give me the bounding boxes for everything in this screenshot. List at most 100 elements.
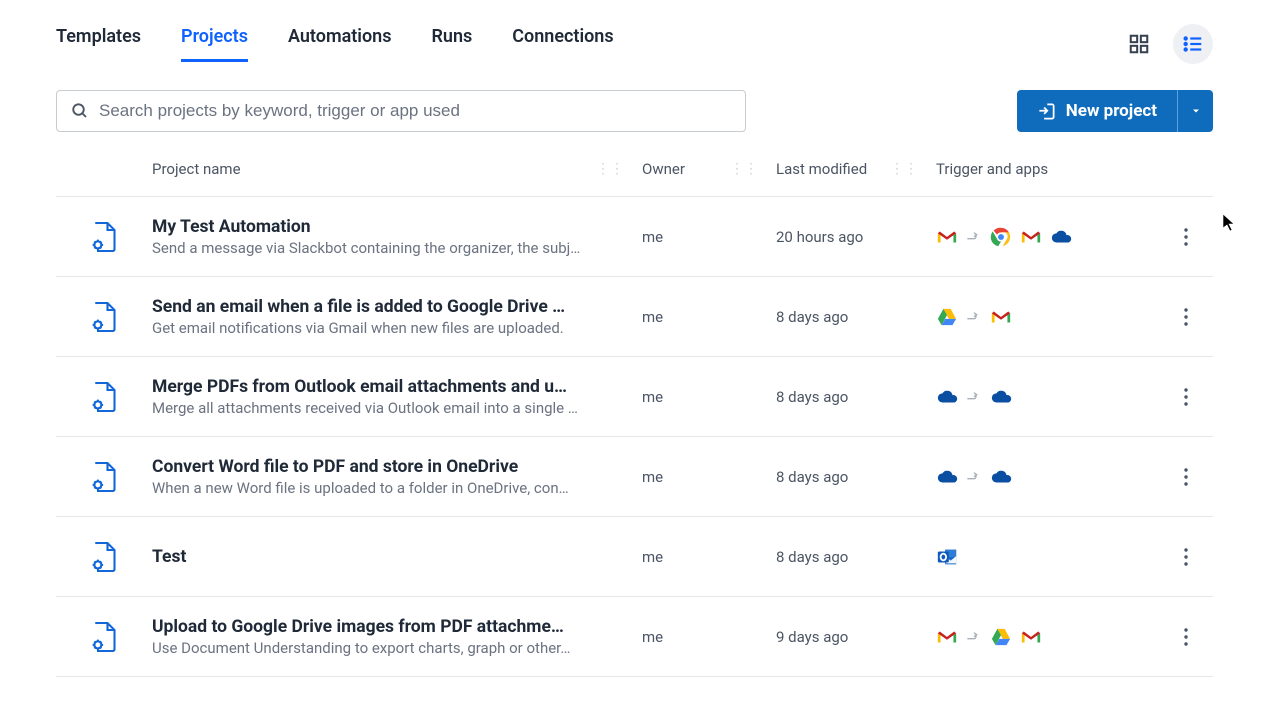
row-name-cell[interactable]: Upload to Google Drive images from PDF a… <box>152 617 642 657</box>
list-icon <box>1182 33 1204 55</box>
row-more-button[interactable] <box>1156 548 1216 566</box>
row-owner: me <box>642 548 776 566</box>
arrow-separator-icon <box>966 628 982 646</box>
tab-projects[interactable]: Projects <box>181 26 248 62</box>
table-row: Merge PDFs from Outlook email attachment… <box>56 357 1213 437</box>
table-row: My Test Automation Send a message via Sla… <box>56 197 1213 277</box>
gmail-icon <box>936 626 958 648</box>
row-icon-cell <box>56 461 152 493</box>
row-owner: me <box>642 228 776 246</box>
row-app-icons <box>936 386 1156 408</box>
row-app-icons <box>936 306 1156 328</box>
col-header-modified[interactable]: Last modified ⋮⋮ <box>776 160 936 178</box>
onedrive-icon <box>990 386 1012 408</box>
table-header: Project name ⋮⋮ Owner ⋮⋮ Last modified ⋮… <box>56 160 1213 197</box>
gmail-icon <box>1020 626 1042 648</box>
page-content: Templates Projects Automations Runs Conn… <box>0 0 1269 677</box>
new-project-button[interactable]: New project <box>1017 90 1177 132</box>
row-owner: me <box>642 388 776 406</box>
col-header-owner-label: Owner <box>642 160 685 178</box>
row-description: Merge all attachments received via Outlo… <box>152 399 630 417</box>
col-header-trigger[interactable]: Trigger and apps <box>936 160 1156 178</box>
grid-view-button[interactable] <box>1119 24 1159 64</box>
row-modified: 8 days ago <box>776 308 936 326</box>
row-app-icons <box>936 626 1156 648</box>
table-row: Testme8 days ago <box>56 517 1213 597</box>
project-doc-icon <box>90 301 118 333</box>
table-body: My Test Automation Send a message via Sla… <box>56 197 1213 677</box>
list-view-button[interactable] <box>1173 24 1213 64</box>
view-toggle-group <box>1119 24 1213 64</box>
outlook-icon <box>936 546 958 568</box>
onedrive-icon <box>936 466 958 488</box>
more-options-icon <box>1184 308 1188 326</box>
row-title: My Test Automation <box>152 217 630 237</box>
gmail-icon <box>936 226 958 248</box>
grid-icon <box>1128 33 1150 55</box>
tab-templates[interactable]: Templates <box>56 26 141 62</box>
arrow-separator-icon <box>966 228 982 246</box>
gdrive-icon <box>990 626 1012 648</box>
row-title: Upload to Google Drive images from PDF a… <box>152 617 630 637</box>
row-name-cell[interactable]: Test <box>152 547 642 567</box>
row-app-icons <box>936 226 1156 248</box>
arrow-separator-icon <box>966 468 982 486</box>
project-doc-icon <box>90 621 118 653</box>
more-options-icon <box>1184 468 1188 486</box>
row-modified: 8 days ago <box>776 388 936 406</box>
drag-handle-icon[interactable]: ⋮⋮ <box>730 162 758 176</box>
row-description: Send a message via Slackbot containing t… <box>152 239 630 257</box>
col-header-owner[interactable]: Owner ⋮⋮ <box>642 160 776 178</box>
row-icon-cell <box>56 381 152 413</box>
arrow-separator-icon <box>966 388 982 406</box>
row-more-button[interactable] <box>1156 628 1216 646</box>
toolbar-row: New project <box>56 90 1213 132</box>
row-title: Send an email when a file is added to Go… <box>152 297 630 317</box>
row-name-cell[interactable]: Send an email when a file is added to Go… <box>152 297 642 337</box>
row-owner: me <box>642 628 776 646</box>
row-more-button[interactable] <box>1156 308 1216 326</box>
row-more-button[interactable] <box>1156 388 1216 406</box>
gdrive-icon <box>936 306 958 328</box>
tab-runs[interactable]: Runs <box>431 26 472 62</box>
row-more-button[interactable] <box>1156 228 1216 246</box>
new-project-dropdown[interactable] <box>1177 90 1213 132</box>
row-more-button[interactable] <box>1156 468 1216 486</box>
row-name-cell[interactable]: Merge PDFs from Outlook email attachment… <box>152 377 642 417</box>
search-input[interactable] <box>99 101 731 121</box>
row-modified: 20 hours ago <box>776 228 936 246</box>
row-name-cell[interactable]: My Test Automation Send a message via Sla… <box>152 217 642 257</box>
row-title: Merge PDFs from Outlook email attachment… <box>152 377 630 397</box>
tab-connections[interactable]: Connections <box>512 26 613 62</box>
search-icon <box>71 102 89 120</box>
row-owner: me <box>642 468 776 486</box>
project-doc-icon <box>90 381 118 413</box>
row-description: Get email notifications via Gmail when n… <box>152 319 630 337</box>
row-modified: 9 days ago <box>776 628 936 646</box>
more-options-icon <box>1184 228 1188 246</box>
row-name-cell[interactable]: Convert Word file to PDF and store in On… <box>152 457 642 497</box>
drag-handle-icon[interactable]: ⋮⋮ <box>890 162 918 176</box>
search-input-wrap[interactable] <box>56 90 746 132</box>
project-doc-icon <box>90 541 118 573</box>
new-project-icon <box>1037 102 1056 121</box>
row-app-icons <box>936 466 1156 488</box>
row-description: Use Document Understanding to export cha… <box>152 639 630 657</box>
row-modified: 8 days ago <box>776 548 936 566</box>
row-description: When a new Word file is uploaded to a fo… <box>152 479 630 497</box>
tab-automations[interactable]: Automations <box>288 26 392 62</box>
col-header-trigger-label: Trigger and apps <box>936 160 1048 178</box>
row-title: Test <box>152 547 630 567</box>
row-owner: me <box>642 308 776 326</box>
new-project-split-button: New project <box>1017 90 1213 132</box>
table-row: Upload to Google Drive images from PDF a… <box>56 597 1213 677</box>
onedrive-icon <box>1050 226 1072 248</box>
col-header-name[interactable]: Project name ⋮⋮ <box>152 160 642 178</box>
new-project-label: New project <box>1066 101 1157 121</box>
drag-handle-icon[interactable]: ⋮⋮ <box>596 162 624 176</box>
more-options-icon <box>1184 628 1188 646</box>
table-row: Send an email when a file is added to Go… <box>56 277 1213 357</box>
gmail-icon <box>990 306 1012 328</box>
row-title: Convert Word file to PDF and store in On… <box>152 457 630 477</box>
topbar: Templates Projects Automations Runs Conn… <box>56 0 1213 72</box>
